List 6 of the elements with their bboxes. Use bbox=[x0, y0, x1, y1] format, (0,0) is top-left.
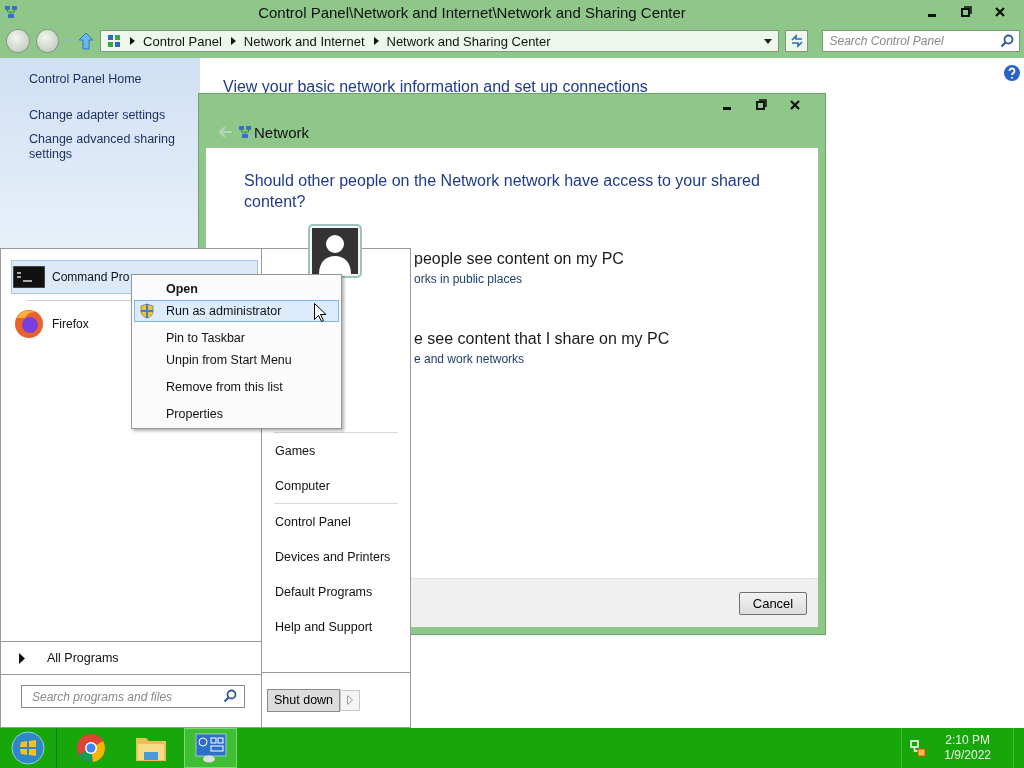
option-description: orks in public places bbox=[414, 272, 524, 286]
page-heading: View your basic network information and set up connections bbox=[223, 78, 648, 96]
dialog-question: Should other people on the Network network have access to your shared content? bbox=[244, 171, 761, 212]
option-description: e and work networks bbox=[414, 352, 526, 366]
dialog-title: Network bbox=[254, 123, 309, 141]
window-title: Control Panel\Network and Internet\Network and Sharing Center bbox=[257, 3, 687, 21]
